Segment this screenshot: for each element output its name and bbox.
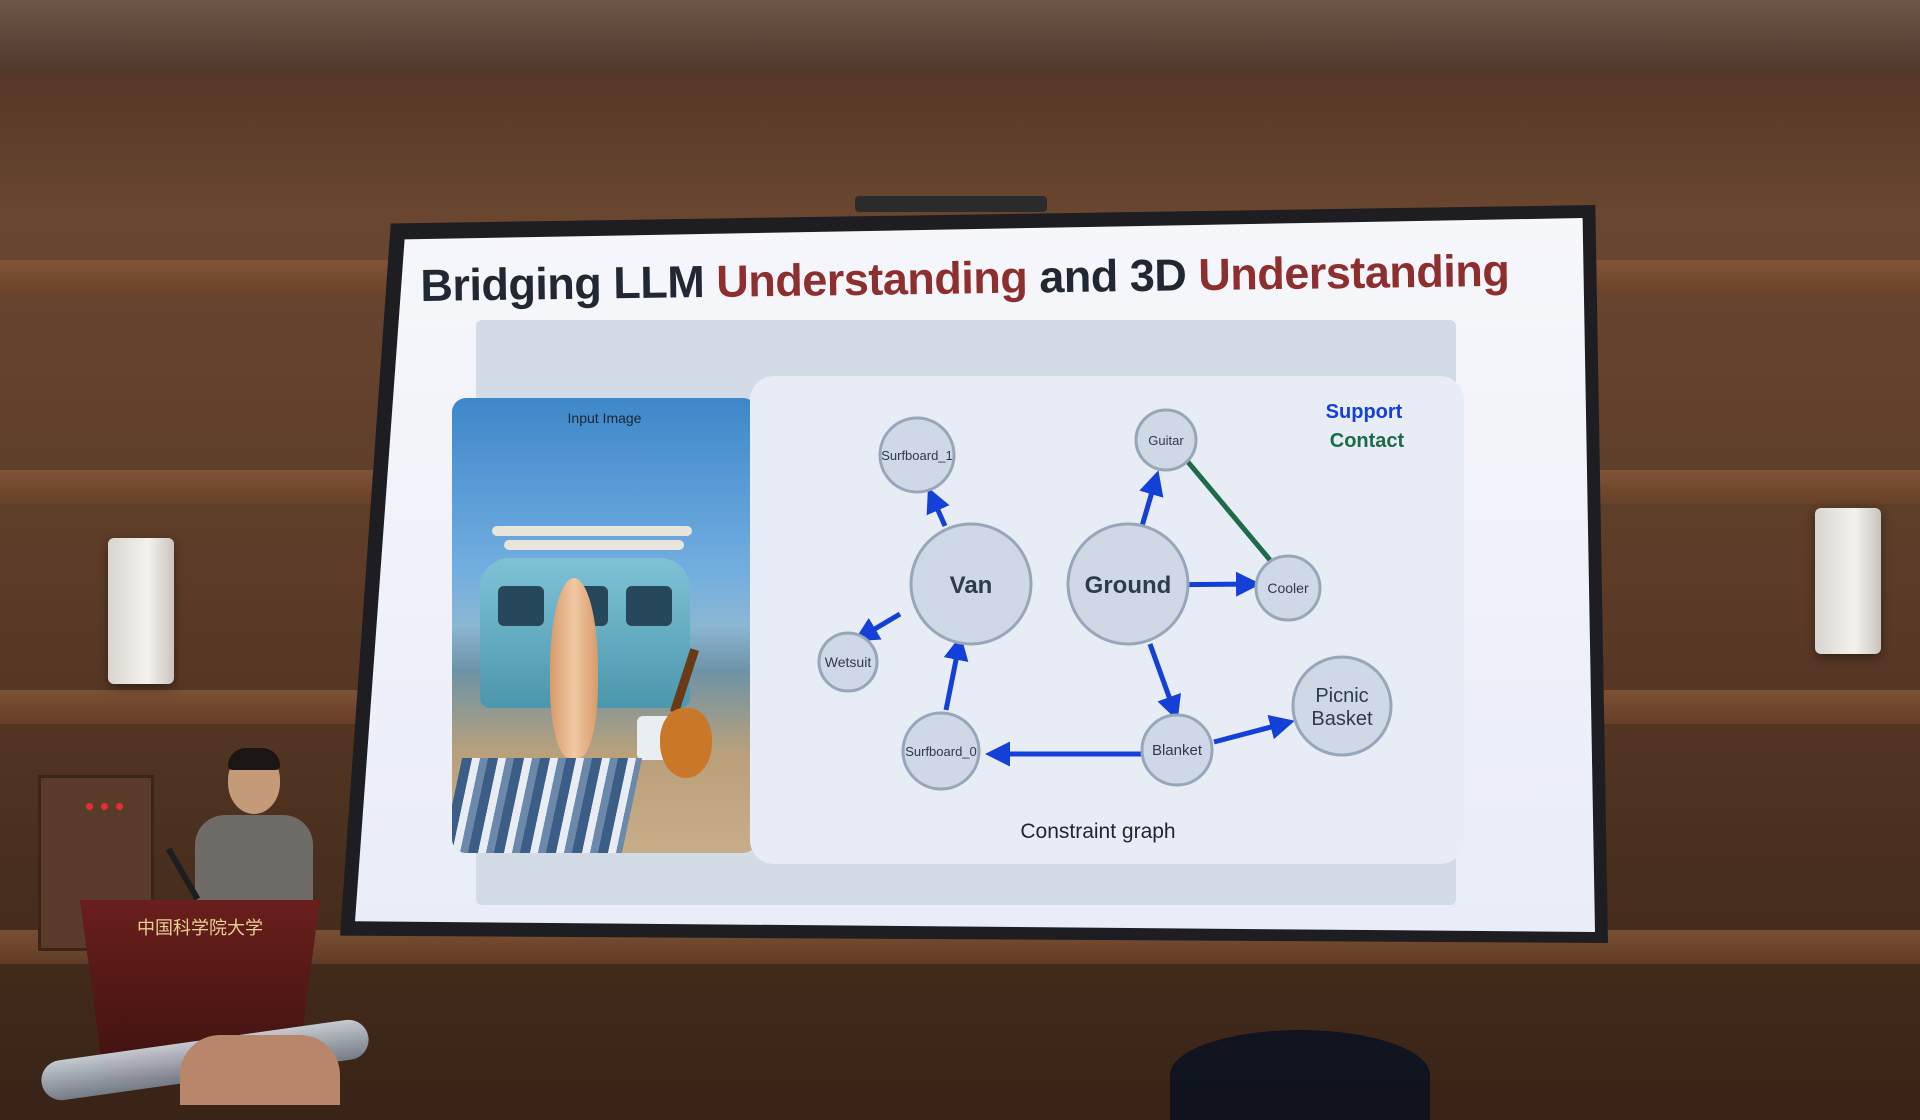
node-label: Surfboard_0 (905, 744, 977, 759)
node-wetsuit: Wetsuit (817, 631, 879, 693)
input-image-label: Input Image (567, 410, 642, 426)
foreground-hand (180, 1035, 340, 1105)
indicator-light (116, 803, 123, 810)
edge-ground-blanket (1147, 643, 1181, 721)
ceiling (0, 0, 1920, 70)
node-van: Van (909, 522, 1033, 646)
audience-head (1170, 1030, 1430, 1120)
wall-speaker-left (108, 538, 174, 684)
constraint-graph: Surfboard_1 Guitar Van Ground Cooler Wet… (817, 401, 1405, 843)
edge-van-surfboard1 (926, 487, 950, 528)
wall-speaker-right (1815, 508, 1881, 654)
node-label: Surfboard_1 (881, 448, 953, 463)
node-label: Ground (1085, 572, 1172, 599)
guitar-photo (660, 708, 712, 778)
node-blanket: Blanket (1140, 713, 1214, 787)
node-guitar: Guitar (1134, 408, 1198, 472)
edge-guitar-cooler-contact (1186, 460, 1272, 562)
node-surfboard-1: Surfboard_1 (878, 416, 956, 494)
node-label: Wetsuit (825, 654, 872, 670)
node-cooler: Cooler (1254, 554, 1322, 622)
node-label: Basket (1311, 708, 1373, 730)
projector-bar (855, 196, 1047, 212)
node-label: Picnic (1315, 685, 1368, 707)
van-window (498, 586, 544, 626)
node-label: Cooler (1267, 580, 1309, 596)
van-window (626, 586, 672, 626)
graph-caption: Constraint graph (1020, 820, 1175, 843)
edge-van-wetsuit (853, 611, 902, 642)
node-label: Guitar (1148, 433, 1184, 448)
roof-surfboard (504, 540, 684, 550)
surfboard-photo (550, 578, 598, 758)
node-ground: Ground (1066, 522, 1190, 646)
indicator-light (86, 803, 93, 810)
input-image-card: Input Image (452, 398, 757, 853)
indicator-light (101, 803, 108, 810)
edge-ground-guitar (1139, 470, 1164, 527)
legend-contact: Contact (1330, 430, 1405, 452)
roof-surfboard (492, 526, 692, 536)
edge-surfboard0-van (943, 635, 969, 711)
edge-blanket-picnic-basket (1213, 715, 1295, 745)
node-label: Van (950, 572, 993, 599)
node-label: Blanket (1152, 742, 1203, 759)
blanket-photo (452, 758, 643, 853)
podium-sign-text: 中国科学院大学 (137, 918, 263, 939)
node-picnic-basket: Picnic Basket (1291, 655, 1393, 757)
presenter-hair (228, 748, 280, 770)
legend-support: Support (1326, 401, 1403, 423)
title-accent-word: Understanding (715, 251, 1028, 307)
title-accent-word: Understanding (1197, 244, 1510, 301)
node-surfboard-0: Surfboard_0 (901, 711, 981, 791)
